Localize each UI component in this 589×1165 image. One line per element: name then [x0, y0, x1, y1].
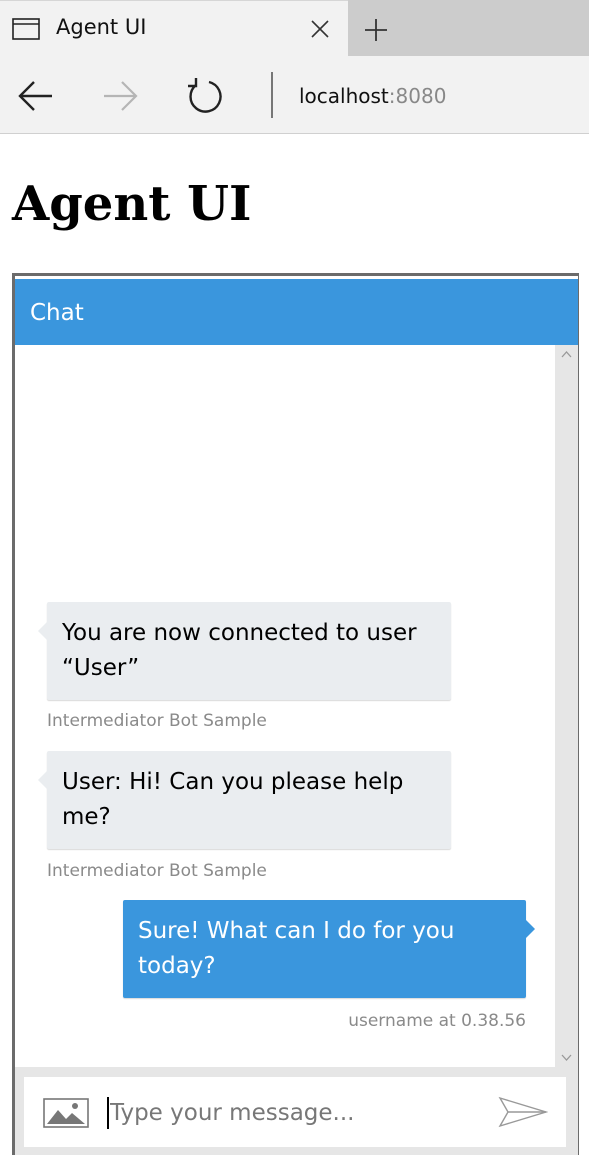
chat-history[interactable]: You are now connected to user “User” Int…: [15, 345, 555, 1065]
chevron-down-icon[interactable]: [555, 1047, 578, 1067]
message-composer: [15, 1067, 578, 1155]
message-sender: Intermediator Bot Sample: [47, 861, 267, 881]
message-text: User: Hi! Can you please help me?: [62, 769, 404, 830]
message-timestamp: username at 0.38.56: [348, 1011, 526, 1031]
close-icon[interactable]: [308, 17, 332, 41]
message-sender: Intermediator Bot Sample: [47, 711, 267, 731]
url-port: :8080: [388, 84, 447, 108]
browser-tab[interactable]: Agent UI: [0, 0, 348, 56]
refresh-icon[interactable]: [184, 76, 224, 116]
message-bubble-outgoing: Sure! What can I do for you today?: [123, 900, 535, 998]
text-caret: [107, 1097, 109, 1129]
browser-tab-bar: Agent UI: [0, 0, 589, 56]
chat-header: Chat: [15, 279, 578, 345]
address-bar[interactable]: localhost:8080: [299, 84, 446, 108]
plus-icon[interactable]: [362, 16, 390, 44]
arrow-right-icon[interactable]: [100, 76, 140, 116]
message-bubble: User: Hi! Can you please help me?: [38, 751, 451, 849]
page-title: Agent UI: [12, 176, 252, 232]
window-icon: [12, 18, 40, 40]
chat-header-title: Chat: [30, 300, 84, 326]
chat-widget: Chat You are now connected to user “User…: [12, 273, 579, 1155]
tab-title: Agent UI: [56, 15, 147, 39]
message-text: You are now connected to user “User”: [62, 620, 417, 681]
message-text: Sure! What can I do for you today?: [138, 918, 455, 979]
browser-nav-bar: localhost:8080: [0, 56, 589, 134]
address-separator: [271, 72, 273, 118]
composer-box: [24, 1077, 566, 1147]
chevron-up-icon[interactable]: [555, 345, 578, 365]
send-icon[interactable]: [498, 1096, 548, 1128]
image-icon[interactable]: [43, 1098, 89, 1128]
arrow-left-icon[interactable]: [16, 76, 56, 116]
chat-scrollbar[interactable]: [555, 345, 578, 1067]
message-bubble: You are now connected to user “User”: [38, 602, 451, 700]
url-host: localhost: [299, 84, 389, 108]
message-input[interactable]: [110, 1091, 490, 1135]
